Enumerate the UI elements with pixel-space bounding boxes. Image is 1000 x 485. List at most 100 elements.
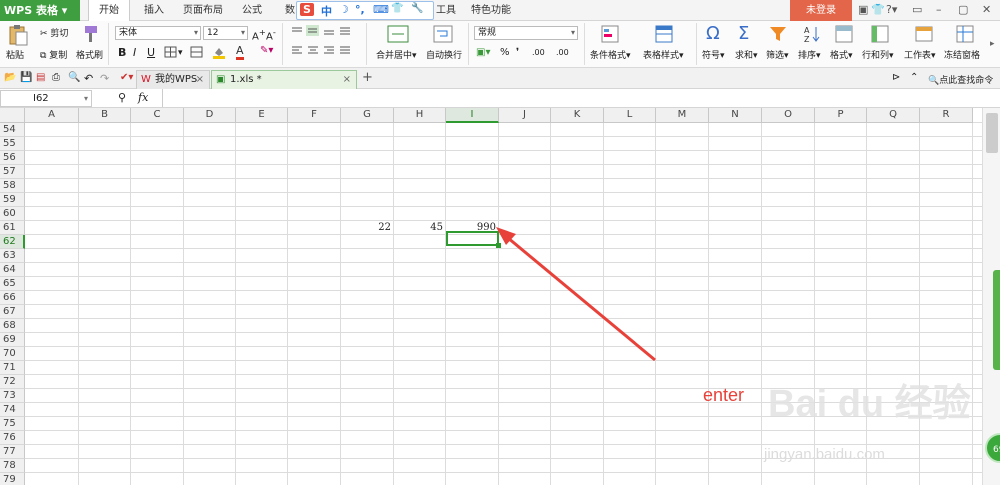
tab-document[interactable]: ▣ 1.xls * ×: [211, 70, 357, 89]
copy-button[interactable]: ⧉ 复制: [40, 48, 67, 61]
tab-my-wps[interactable]: W 我的WPS ×: [136, 70, 210, 89]
border-icon[interactable]: [164, 46, 178, 58]
tab-features[interactable]: 特色功能: [466, 0, 516, 21]
separator: [696, 23, 697, 65]
watermark-logo: Bai du 经验: [768, 383, 971, 425]
paste-button[interactable]: 粘贴: [6, 48, 24, 61]
tab-home[interactable]: 开始: [88, 0, 130, 22]
increase-decimal-icon[interactable]: .00: [532, 48, 545, 57]
merge-center-icon[interactable]: [386, 24, 410, 44]
undo-icon[interactable]: ↶: [84, 72, 93, 85]
table-style-button[interactable]: 表格样式▾: [643, 48, 684, 61]
format-icon: [835, 25, 853, 43]
sort-button[interactable]: 排序▾: [798, 48, 821, 61]
maximize-icon[interactable]: ▢: [958, 3, 968, 16]
command-search[interactable]: 🔍点此查找命令: [928, 73, 993, 86]
underline-button[interactable]: U: [147, 46, 155, 59]
merge-center-label: 合并居中: [376, 51, 413, 61]
symbol-button[interactable]: 符号▾: [702, 48, 725, 61]
worksheet-button[interactable]: 工作表▾: [904, 48, 936, 61]
format-painter-icon[interactable]: [80, 24, 100, 44]
decrease-font-icon[interactable]: A-: [266, 27, 276, 42]
shirt-icon[interactable]: 👕: [871, 3, 885, 16]
close-tab-icon[interactable]: ×: [343, 71, 351, 89]
redo-icon[interactable]: ↷: [100, 72, 109, 85]
save-icon[interactable]: 💾: [20, 72, 32, 83]
tab-insert[interactable]: 插入: [134, 0, 174, 21]
bold-button[interactable]: B: [118, 46, 126, 59]
app-menu-button[interactable]: WPS 表格 ▾: [0, 0, 80, 21]
alignment-icons[interactable]: [290, 25, 360, 59]
spreadsheet-grid[interactable]: ABCDEFGHIJKLMNOPQR 54 55 56 57 58 59 60 61 62 63 6…: [0, 108, 982, 485]
close-tab-icon[interactable]: ×: [196, 71, 204, 89]
formula-input[interactable]: [162, 89, 1000, 107]
paste-icon[interactable]: [7, 24, 29, 46]
row-col-label: 行和列: [862, 51, 890, 61]
collapse-ribbon-icon[interactable]: ⌃: [910, 72, 918, 83]
export-pdf-icon[interactable]: ▤: [36, 72, 45, 83]
restore-ribbon-icon[interactable]: ▭: [912, 3, 922, 16]
number-format-select[interactable]: 常规: [474, 26, 578, 40]
print-preview-icon[interactable]: 🔍: [68, 72, 80, 83]
conditional-format-icon[interactable]: [600, 24, 620, 44]
fill-color-icon[interactable]: [212, 45, 226, 59]
skin-icon[interactable]: 👕: [391, 3, 403, 14]
command-search-label: 点此查找命令: [939, 76, 994, 86]
minimize-icon[interactable]: –: [936, 3, 942, 16]
ribbon-toolbar: 粘贴 ✂ 剪切 ⧉ 复制 格式刷 宋体 12 A+ A- B I U ▾ A ✎…: [0, 21, 1000, 68]
name-box[interactable]: I62: [0, 90, 92, 107]
ime-mode[interactable]: 中: [321, 3, 332, 19]
conditional-format-button[interactable]: 条件格式▾: [590, 48, 631, 61]
row-col-button[interactable]: 行和列▾: [862, 48, 894, 61]
function-icon[interactable]: fx: [138, 91, 148, 104]
zoom-formula-icon[interactable]: ⚲: [118, 91, 126, 104]
currency-icon[interactable]: ▣▾: [476, 47, 490, 58]
new-tab-button[interactable]: +: [362, 70, 373, 85]
merge-cells-icon[interactable]: [190, 46, 204, 58]
increase-font-icon[interactable]: A+: [252, 27, 266, 42]
wrap-text-icon[interactable]: [432, 24, 454, 44]
quick-toolbar-icon[interactable]: ✔▾: [120, 72, 133, 83]
close-icon[interactable]: ✕: [982, 3, 991, 16]
percent-button[interactable]: %: [500, 47, 510, 58]
decrease-decimal-icon[interactable]: .00: [556, 48, 569, 57]
tab-page-layout[interactable]: 页面布局: [178, 0, 228, 21]
filter-button[interactable]: 筛选▾: [766, 48, 789, 61]
cut-button[interactable]: ✂ 剪切: [40, 26, 68, 39]
comma-button[interactable]: ❜: [516, 47, 519, 58]
italic-button[interactable]: I: [133, 46, 136, 59]
print-icon[interactable]: ⎙: [52, 72, 60, 83]
worksheet-label: 工作表: [904, 51, 932, 61]
font-color-icon[interactable]: A: [236, 44, 244, 60]
format-button[interactable]: 格式▾: [830, 48, 853, 61]
symbol-icon: Ω: [706, 23, 720, 44]
separator: [282, 23, 283, 65]
separator: [584, 23, 585, 65]
skin-window-icon[interactable]: ▣: [858, 3, 868, 16]
login-button[interactable]: 未登录: [790, 0, 852, 21]
freeze-panes-icon: [956, 25, 974, 43]
keyboard-icon[interactable]: ⌨: [373, 3, 389, 16]
wrap-text-button[interactable]: 自动换行: [426, 48, 462, 61]
border-dropdown-icon[interactable]: ▾: [178, 48, 183, 58]
help-icon[interactable]: ?▾: [886, 3, 897, 16]
font-size-select[interactable]: 12: [203, 26, 248, 40]
punctuation-icon[interactable]: °,: [355, 3, 365, 16]
scrollbar-thumb[interactable]: [986, 113, 998, 153]
format-painter-button[interactable]: 格式刷: [76, 48, 103, 61]
open-folder-icon[interactable]: 📂: [4, 72, 16, 83]
wrench-icon[interactable]: 🔧: [411, 3, 423, 14]
sum-button[interactable]: 求和▾: [735, 48, 758, 61]
ime-toolbar[interactable]: S 中 ☽ °, ⌨ 👕 🔧: [296, 1, 434, 20]
table-style-icon[interactable]: [654, 24, 674, 44]
freeze-panes-button[interactable]: 冻结窗格: [944, 48, 980, 61]
moon-icon[interactable]: ☽: [339, 3, 349, 16]
doc-manage-icon[interactable]: ⊳: [892, 72, 900, 83]
font-name-select[interactable]: 宋体: [115, 26, 201, 40]
clear-format-icon[interactable]: ✎▾: [260, 45, 273, 56]
tab-formula[interactable]: 公式: [232, 0, 272, 21]
merge-center-button[interactable]: 合并居中▾: [376, 48, 417, 61]
ribbon-more-icon[interactable]: ▸: [990, 39, 995, 49]
tab-tools[interactable]: 工具: [434, 0, 458, 21]
side-panel-toggle[interactable]: [993, 270, 1000, 370]
